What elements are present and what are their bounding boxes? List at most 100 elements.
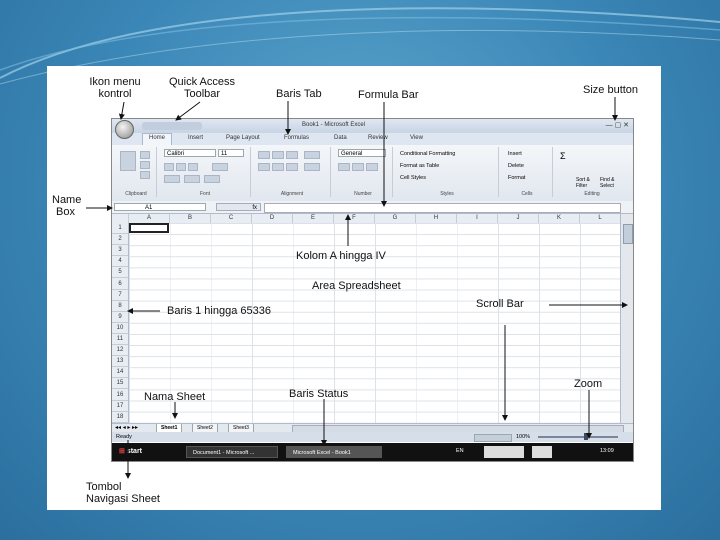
quick-access-toolbar[interactable]	[142, 122, 202, 130]
row-header-3[interactable]: 3	[112, 245, 128, 257]
copy-icon[interactable]	[140, 161, 150, 169]
row-header-14[interactable]: 14	[112, 367, 128, 379]
tab-data[interactable]: Data	[334, 135, 347, 141]
label-rows: Baris 1 hingga 65336	[167, 305, 271, 317]
group-label: Clipboard	[125, 191, 147, 197]
sort-filter-button[interactable]: Sort & Filter	[576, 177, 598, 189]
zoom-level[interactable]: 100%	[516, 432, 530, 442]
row-header-6[interactable]: 6	[112, 279, 128, 290]
formula-bar: A1 fx	[112, 201, 633, 214]
tab-view[interactable]: View	[410, 135, 423, 141]
tab-page-layout[interactable]: Page Layout	[226, 135, 260, 141]
group-label: Number	[354, 191, 372, 197]
column-header-d[interactable]: D	[252, 214, 293, 223]
insert-cells-button[interactable]: Insert	[508, 151, 522, 157]
row-header-12[interactable]: 12	[112, 345, 128, 357]
column-header-h[interactable]: H	[416, 214, 457, 223]
status-ready: Ready	[116, 434, 132, 440]
cut-icon[interactable]	[140, 151, 150, 159]
column-header-j[interactable]: J	[498, 214, 539, 223]
fx-icon[interactable]: fx	[216, 203, 261, 211]
label-formula-bar: Formula Bar	[358, 89, 419, 101]
active-cell[interactable]	[129, 223, 169, 233]
row-header-13[interactable]: 13	[112, 356, 128, 368]
number-format-select[interactable]: General	[338, 149, 386, 157]
delete-cells-button[interactable]: Delete	[508, 163, 524, 169]
comma-icon[interactable]	[366, 163, 378, 171]
row-header-17[interactable]: 17	[112, 401, 128, 412]
column-header-b[interactable]: B	[170, 214, 211, 223]
column-header-a[interactable]: A	[129, 214, 170, 223]
column-header-c[interactable]: C	[211, 214, 252, 223]
font-grow-icon[interactable]	[212, 163, 228, 171]
formula-input[interactable]	[264, 203, 621, 213]
fill-color-icon[interactable]	[184, 175, 200, 183]
view-buttons[interactable]	[474, 434, 512, 442]
row-header-9[interactable]: 9	[112, 312, 128, 323]
row-header-4[interactable]: 4	[112, 256, 128, 268]
column-header-l[interactable]: L	[580, 214, 621, 223]
row-header-7[interactable]: 7	[112, 290, 128, 301]
align-bottom-icon[interactable]	[286, 151, 298, 159]
row-header-11[interactable]: 11	[112, 334, 128, 346]
merge-icon[interactable]	[304, 163, 320, 171]
tab-review[interactable]: Review	[368, 135, 388, 141]
taskbar-button[interactable]	[532, 446, 552, 458]
size-buttons[interactable]: — ▢ ✕	[606, 121, 629, 129]
row-header-8[interactable]: 8	[112, 301, 128, 312]
format-cells-button[interactable]: Format	[508, 175, 525, 181]
font-size-select[interactable]: 11	[218, 149, 244, 157]
column-header-f[interactable]: F	[334, 214, 375, 223]
conditional-formatting-button[interactable]: Conditional Formatting	[400, 151, 455, 157]
office-button-icon[interactable]	[115, 120, 134, 139]
sheet-nav-buttons[interactable]: ◂◂ ◂ ▸ ▸▸	[115, 424, 138, 431]
row-header-5[interactable]: 5	[112, 267, 128, 279]
row-header-16[interactable]: 16	[112, 390, 128, 401]
zoom-slider[interactable]	[538, 436, 618, 438]
row-header-15[interactable]: 15	[112, 378, 128, 390]
align-middle-icon[interactable]	[272, 151, 284, 159]
format-painter-icon[interactable]	[140, 171, 150, 179]
taskbar-item-excel[interactable]: Microsoft Excel - Book1	[286, 446, 382, 458]
column-header-k[interactable]: K	[539, 214, 580, 223]
wrap-text-icon[interactable]	[304, 151, 320, 159]
format-as-table-button[interactable]: Format as Table	[400, 163, 439, 169]
start-button[interactable]: ⊞ start	[115, 446, 146, 458]
align-center-icon[interactable]	[272, 163, 284, 171]
percent-icon[interactable]	[352, 163, 364, 171]
name-box[interactable]: A1	[114, 203, 206, 211]
tab-formulas[interactable]: Formulas	[284, 135, 309, 141]
row-header-2[interactable]: 2	[112, 234, 128, 246]
bold-icon[interactable]	[164, 163, 174, 171]
row-header-10[interactable]: 10	[112, 323, 128, 334]
select-all-corner[interactable]	[112, 214, 129, 223]
column-header-i[interactable]: I	[457, 214, 498, 223]
taskbar-item-word[interactable]: Document1 - Microsoft ...	[186, 446, 278, 458]
italic-icon[interactable]	[176, 163, 186, 171]
cell-styles-button[interactable]: Cell Styles	[400, 175, 426, 181]
ribbon-tabs: Home Insert Page Layout Formulas Data Re…	[112, 133, 633, 148]
font-color-icon[interactable]	[204, 175, 220, 183]
align-left-icon[interactable]	[258, 163, 270, 171]
column-header-e[interactable]: E	[293, 214, 334, 223]
vertical-scrollbar[interactable]	[620, 214, 633, 424]
currency-icon[interactable]	[338, 163, 350, 171]
ribbon: Clipboard Calibri 11 Font Alignment Gene…	[112, 145, 633, 202]
font-name-select[interactable]: Calibri	[164, 149, 216, 157]
border-icon[interactable]	[164, 175, 180, 183]
align-top-icon[interactable]	[258, 151, 270, 159]
scroll-thumb[interactable]	[623, 224, 633, 244]
align-right-icon[interactable]	[286, 163, 298, 171]
tab-insert[interactable]: Insert	[188, 135, 203, 141]
autosum-icon[interactable]: Σ	[560, 151, 566, 161]
label-control-menu: Ikon menu kontrol	[89, 76, 141, 100]
underline-icon[interactable]	[188, 163, 198, 171]
row-header-1[interactable]: 1	[112, 223, 128, 235]
zoom-slider-thumb[interactable]	[584, 433, 588, 440]
paste-icon[interactable]	[120, 151, 136, 171]
find-select-button[interactable]: Find & Select	[600, 177, 624, 189]
row-header-18[interactable]: 18	[112, 412, 128, 423]
group-cells: Insert Delete Format Cells	[502, 147, 553, 197]
column-header-g[interactable]: G	[375, 214, 416, 223]
taskbar-toolbar[interactable]	[484, 446, 524, 458]
